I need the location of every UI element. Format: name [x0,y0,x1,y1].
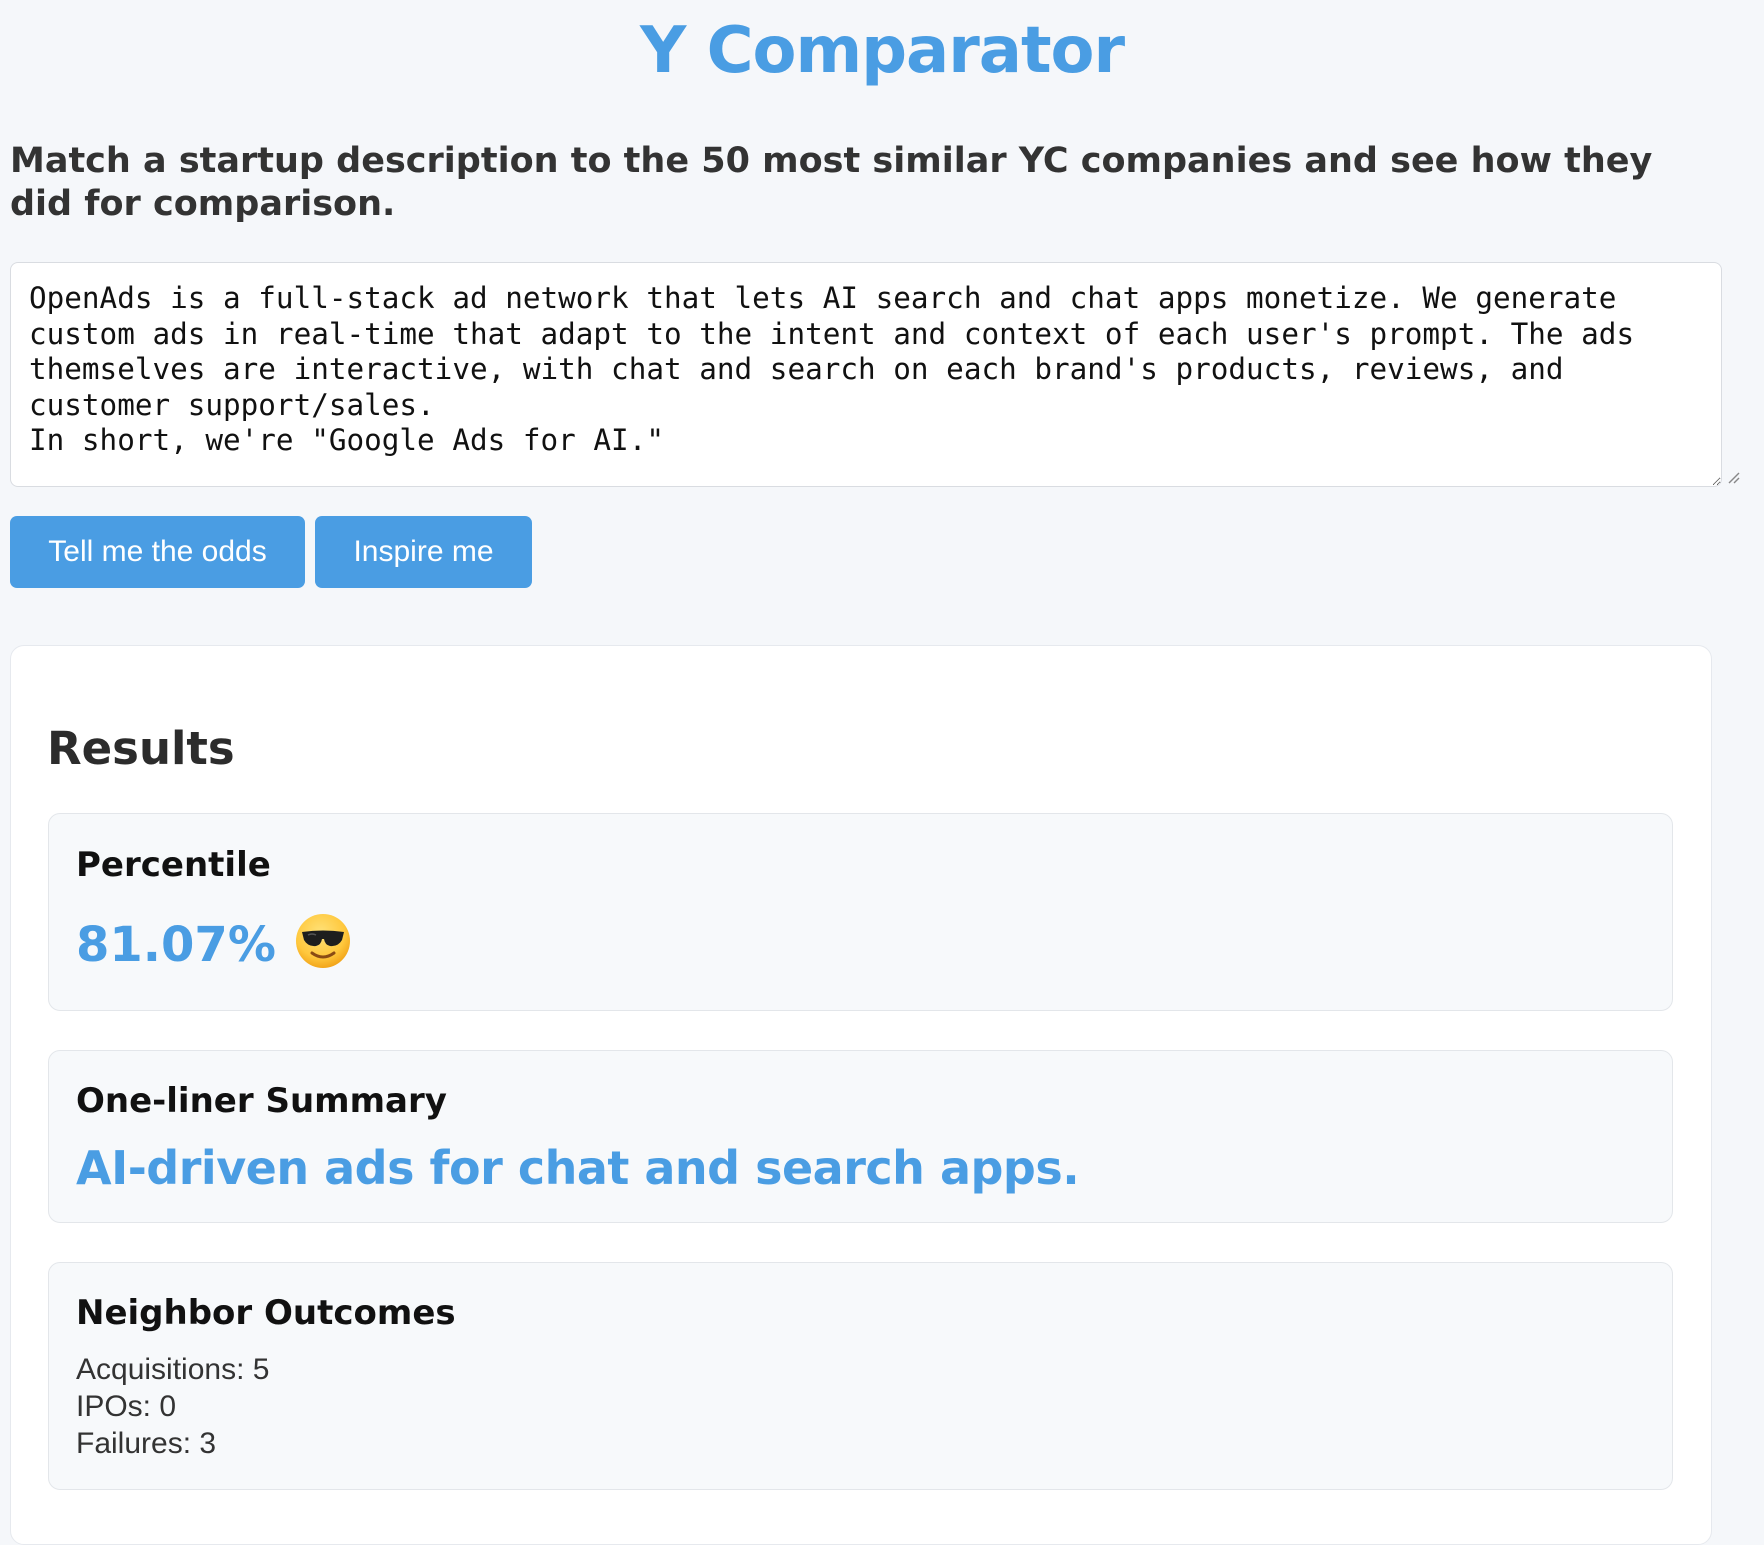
summary-panel [48,1050,1673,1223]
results-heading: Results [47,722,235,775]
outcomes-label: Neighbor Outcomes [76,1293,456,1333]
page-subtitle: Match a startup description to the 50 mo… [10,141,1653,224]
summary-text: AI-driven ads for chat and search apps. [76,1141,1080,1195]
resize-handle-icon[interactable] [1726,470,1740,484]
sunglasses-face-icon [294,912,352,970]
tell-me-the-odds-button[interactable]: Tell me the odds [10,516,305,588]
percentile-panel [48,813,1673,1011]
summary-label: One-liner Summary [76,1081,447,1121]
acquisitions-count: Acquisitions: 5 [76,1353,270,1386]
page-title: Y Comparator [639,14,1125,88]
percentile-value: 81.07% [76,917,276,973]
startup-description-input[interactable]: OpenAds is a full-stack ad network that … [10,262,1722,487]
ipos-count: IPOs: 0 [76,1390,177,1423]
failures-count: Failures: 3 [76,1427,217,1460]
inspire-me-button[interactable]: Inspire me [315,516,532,588]
percentile-label: Percentile [76,845,271,885]
